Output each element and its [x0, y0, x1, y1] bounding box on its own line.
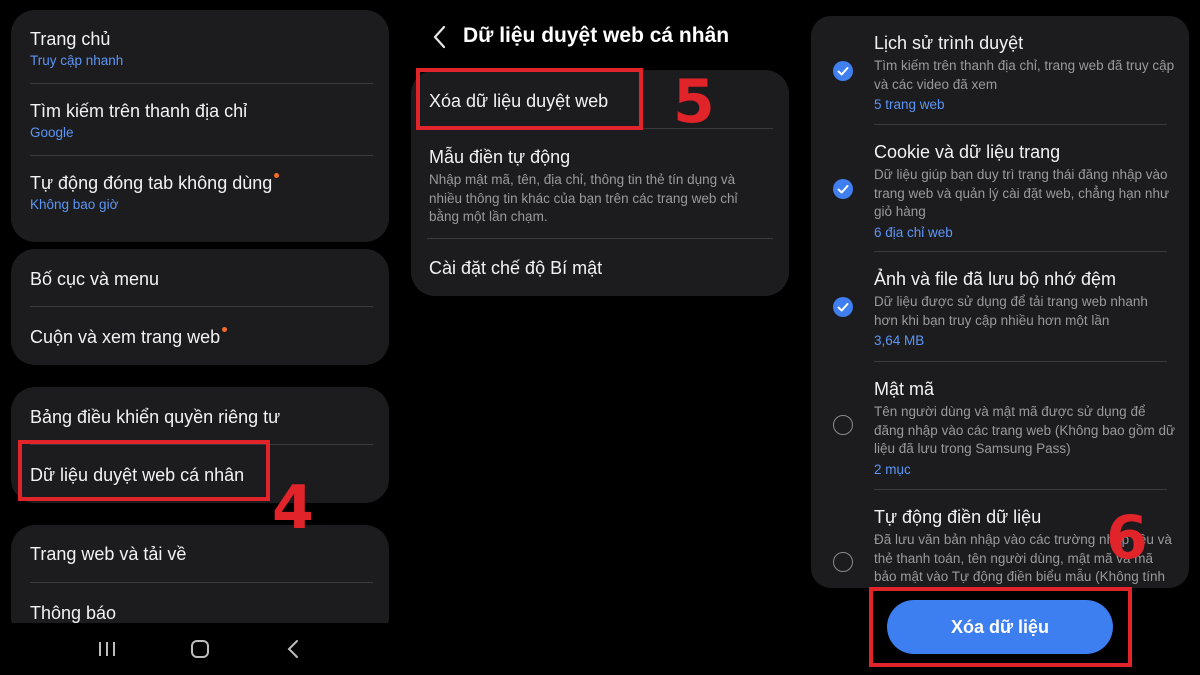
setting-home-value: Truy cập nhanh	[30, 53, 124, 68]
setting-address-bar-search-title: Tìm kiếm trên thanh địa chỉ	[30, 101, 248, 121]
checkbox-cookies[interactable]	[833, 179, 853, 199]
settings-card-home: Trang chủ Truy cập nhanh Tìm kiếm trên t…	[11, 10, 389, 242]
autofill-forms-title: Mẫu điền tự động	[429, 147, 571, 167]
setting-notifications-title: Thông báo	[30, 603, 117, 623]
divider	[30, 306, 373, 307]
setting-home[interactable]: Trang chủ Truy cập nhanh	[30, 28, 373, 70]
setting-layout-menu-title: Bố cục và menu	[30, 269, 160, 289]
highlight-box-step-5	[416, 68, 643, 130]
option-browsing-history[interactable]: Lịch sử trình duyệt Tìm kiếm trên thanh …	[874, 32, 1175, 114]
step-number-6: 6	[1106, 503, 1148, 573]
chevron-left-icon[interactable]	[429, 24, 451, 50]
option-cookies[interactable]: Cookie và dữ liệu trang Dữ liệu giúp bạn…	[874, 141, 1175, 242]
option-title: Lịch sử trình duyệt	[874, 33, 1024, 53]
checkbox-passwords[interactable]	[833, 415, 853, 435]
option-count: 6 địa chỉ web	[874, 224, 953, 240]
setting-auto-close-tabs-value: Không bao giờ	[30, 197, 119, 212]
setting-auto-close-tabs[interactable]: Tự động đóng tab không dùng Không bao gi…	[30, 172, 373, 214]
back-icon[interactable]	[278, 634, 308, 664]
highlight-box-step-4	[18, 440, 270, 501]
setting-layout-menu[interactable]: Bố cục và menu	[30, 268, 373, 290]
checkbox-autofill[interactable]	[833, 552, 853, 572]
home-icon[interactable]	[185, 634, 215, 664]
divider	[874, 124, 1167, 125]
option-passwords[interactable]: Mật mã Tên người dùng và mật mã được sử …	[874, 378, 1175, 479]
divider	[30, 582, 373, 583]
setting-privacy-dashboard-title: Bảng điều khiển quyền riêng tư	[30, 407, 281, 427]
recent-apps-icon[interactable]	[92, 634, 122, 664]
divider	[874, 489, 1167, 490]
setting-address-bar-search-value: Google	[30, 125, 74, 140]
option-desc: Dữ liệu được sử dụng để tải trang web nh…	[874, 294, 1148, 328]
divider	[30, 155, 373, 156]
checkmark-icon	[837, 67, 849, 76]
option-count: 5 trang web	[874, 97, 945, 112]
clear-data-panel: Lịch sử trình duyệt Tìm kiếm trên thanh …	[801, 0, 1200, 675]
checkmark-icon	[837, 185, 849, 194]
navigation-bar	[0, 623, 400, 675]
secret-mode-settings-item[interactable]: Cài đặt chế độ Bí mật	[429, 257, 773, 279]
personal-browsing-data-panel: Dữ liệu duyệt web cá nhân Xóa dữ liệu du…	[401, 0, 800, 675]
new-badge-dot	[222, 327, 228, 332]
setting-auto-close-tabs-title: Tự động đóng tab không dùng	[30, 173, 273, 193]
autofill-forms-desc: Nhập mật mã, tên, địa chỉ, thông tin thẻ…	[429, 172, 738, 224]
delete-data-button[interactable]: Xóa dữ liệu	[887, 600, 1113, 654]
option-title: Ảnh và file đã lưu bộ nhớ đệm	[874, 269, 1116, 289]
settings-card-layout: Bố cục và menu Cuộn và xem trang web	[11, 249, 389, 365]
divider	[427, 238, 773, 239]
setting-scroll-view[interactable]: Cuộn và xem trang web	[30, 326, 373, 348]
step-number-4: 4	[272, 473, 314, 543]
option-desc: Tìm kiếm trên thanh địa chỉ, trang web đ…	[874, 58, 1175, 92]
autofill-forms-item[interactable]: Mẫu điền tự động Nhập mật mã, tên, địa c…	[429, 146, 765, 227]
divider	[874, 361, 1167, 362]
setting-privacy-dashboard[interactable]: Bảng điều khiển quyền riêng tư	[30, 406, 373, 428]
new-badge-dot	[274, 173, 280, 178]
setting-sites-downloads-title: Trang web và tải về	[30, 544, 187, 564]
option-count: 2 mục	[874, 461, 911, 477]
step-number-5: 5	[673, 67, 715, 137]
setting-scroll-view-title: Cuộn và xem trang web	[30, 327, 221, 347]
option-cached-files[interactable]: Ảnh và file đã lưu bộ nhớ đệm Dữ liệu đư…	[874, 268, 1175, 350]
option-title: Mật mã	[874, 379, 935, 399]
setting-home-title: Trang chủ	[30, 29, 111, 49]
divider	[874, 251, 1167, 252]
setting-sites-downloads[interactable]: Trang web và tải về	[30, 543, 373, 565]
page-title: Dữ liệu duyệt web cá nhân	[463, 24, 730, 47]
checkbox-cache[interactable]	[833, 297, 853, 317]
option-desc: Tên người dùng và mật mã được sử dụng để…	[874, 404, 1175, 456]
checkbox-history[interactable]	[833, 61, 853, 81]
option-desc: Dữ liệu giúp bạn duy trì trạng thái đăng…	[874, 167, 1169, 219]
divider	[30, 83, 373, 84]
option-title: Cookie và dữ liệu trang	[874, 142, 1061, 162]
settings-list-panel: Trang chủ Truy cập nhanh Tìm kiếm trên t…	[0, 0, 400, 675]
option-size: 3,64 MB	[874, 333, 925, 348]
setting-address-bar-search[interactable]: Tìm kiếm trên thanh địa chỉ Google	[30, 100, 373, 142]
secret-mode-settings-title: Cài đặt chế độ Bí mật	[429, 258, 603, 278]
setting-notifications[interactable]: Thông báo	[30, 602, 373, 624]
checkmark-icon	[837, 303, 849, 312]
